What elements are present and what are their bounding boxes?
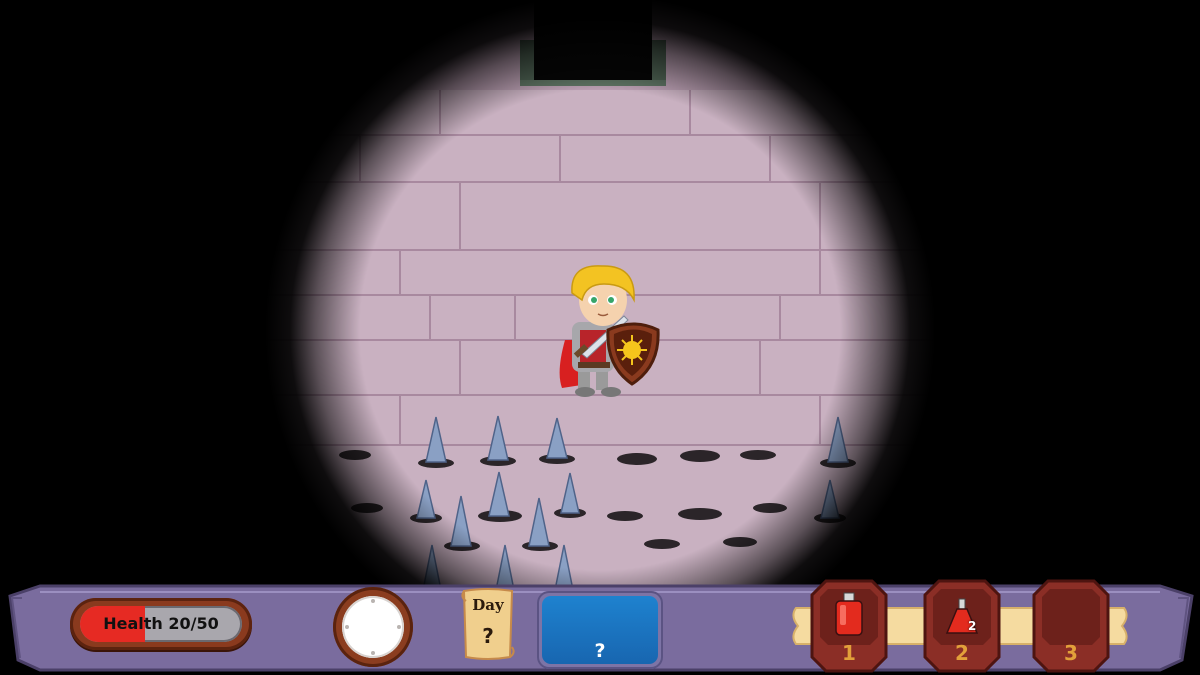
time-clock	[333, 587, 413, 667]
clock-face	[342, 596, 404, 658]
health-label: Health 20/50	[103, 614, 219, 633]
day-value: ?	[482, 624, 494, 648]
day-label: Day	[472, 596, 504, 614]
dungeon-room	[250, 0, 950, 600]
doorway	[520, 0, 666, 86]
inventory-slot-2-count: 2	[968, 619, 977, 633]
event-text: ?	[594, 640, 606, 662]
game-scene	[0, 0, 1200, 675]
inventory-slot-2-number: 2	[955, 641, 969, 665]
inventory-slot-1-number: 1	[842, 641, 856, 665]
inventory-slot-3-number: 3	[1064, 641, 1078, 665]
